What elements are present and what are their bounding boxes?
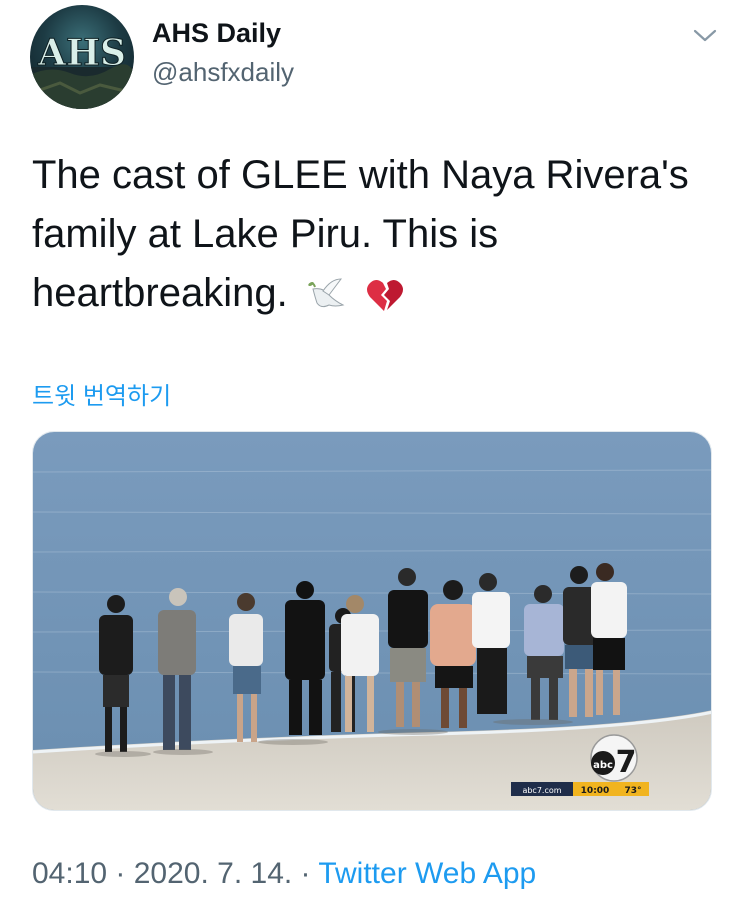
author-display-name[interactable]: AHS Daily [152, 18, 281, 49]
tweet-text-line: family at Lake Piru. This is [32, 212, 499, 256]
broken-heart-icon [366, 280, 403, 312]
station-logo: abc 7 [590, 734, 638, 782]
ticker-site: abc7.com [522, 786, 561, 795]
ticker-time: 10:00 [581, 786, 610, 796]
tweet-text-line: heartbreaking. [32, 264, 712, 323]
tweet-date[interactable]: 2020. 7. 14. [134, 857, 292, 890]
translate-tweet-link[interactable]: 트윗 번역하기 [32, 376, 171, 411]
author-handle[interactable]: @ahsfxdaily [152, 57, 294, 88]
chevron-down-icon[interactable] [692, 24, 718, 46]
tweet-text-line: The cast of GLEE with Naya Rivera's [32, 153, 689, 197]
avatar-logo-text: AHS [37, 32, 126, 74]
ticker-temp: 73° [624, 786, 641, 796]
tweet-source-link[interactable]: Twitter Web App [318, 857, 536, 890]
dove-icon [308, 278, 345, 308]
station-number-text: 7 [616, 745, 637, 780]
tweet-time[interactable]: 04:10 [32, 857, 107, 890]
station-logo-text: abc [593, 760, 613, 771]
separator: · [107, 857, 134, 890]
tweet-media[interactable]: abc 7 abc7.com 10:00 73° [32, 431, 712, 811]
avatar[interactable]: AHS [30, 5, 134, 109]
news-ticker: abc7.com 10:00 73° [511, 782, 649, 796]
tweet-metadata: 04:10 · 2020. 7. 14. · Twitter Web App [32, 857, 536, 891]
separator: · [292, 857, 319, 890]
tweet-text-span: heartbreaking. [32, 271, 288, 315]
tweet-text: The cast of GLEE with Naya Rivera's fami… [32, 146, 712, 323]
